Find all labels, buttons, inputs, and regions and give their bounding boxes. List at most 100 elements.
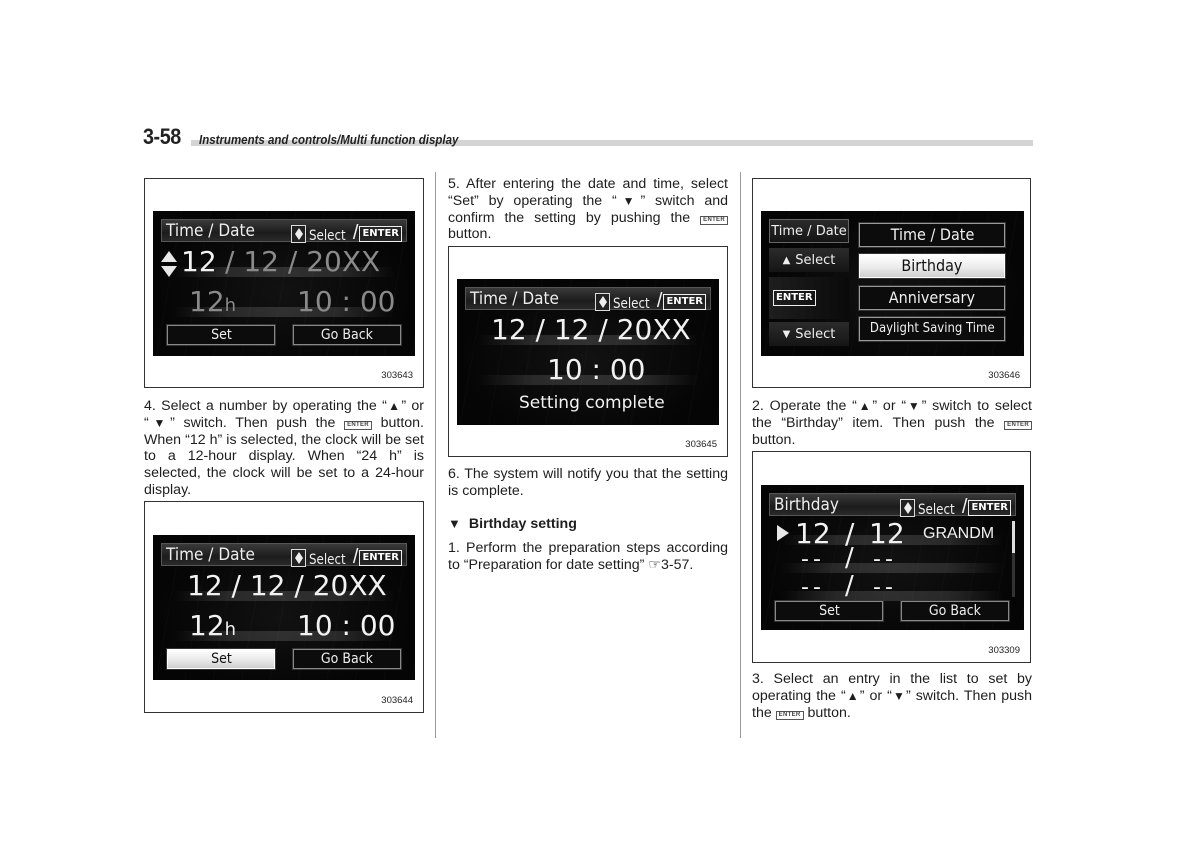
date-rest-field[interactable]: / 12 / 20XX xyxy=(225,245,380,278)
entry-month: 12 xyxy=(795,517,831,550)
date-month-field[interactable]: 12 xyxy=(181,245,217,278)
side-select-up[interactable]: ▲ Select xyxy=(769,248,849,272)
screen-title: Time / Date xyxy=(166,545,255,565)
date-display: 12 / 12 / 20XX xyxy=(491,313,691,346)
screen-header: Time / Date Select / ENTER xyxy=(161,219,407,244)
screen-title: Time / Date xyxy=(166,221,255,241)
text-segment: ” or “ xyxy=(872,398,907,414)
entry-day: -- xyxy=(873,547,897,572)
text-segment: ” or “ xyxy=(859,687,892,704)
selected-entry-pointer-icon xyxy=(777,525,789,541)
screen-header: Birthday Select / ENTER xyxy=(769,493,1016,519)
entry-slash: / xyxy=(845,571,854,601)
select-enter-hint: Select / ENTER xyxy=(290,546,402,569)
page-header: 3-58 Instruments and controls/Multi func… xyxy=(143,124,1033,152)
time-display: 10 : 00 xyxy=(547,353,646,386)
menu-item-daylight-saving-time[interactable]: Daylight Saving Time xyxy=(858,316,1006,342)
menu-item-time-date[interactable]: Time / Date xyxy=(858,222,1006,248)
clock-mode-field[interactable]: 12h xyxy=(189,609,236,642)
step-6-text: 6. The system will notify you that the s… xyxy=(448,466,728,499)
hint-slash: / xyxy=(961,496,968,518)
side-title: Time / Date xyxy=(769,219,849,243)
screen-title: Birthday xyxy=(774,495,839,515)
set-button[interactable]: Set xyxy=(774,600,884,622)
menu-item-birthday[interactable]: Birthday xyxy=(858,253,1006,279)
go-back-button-label: Go Back xyxy=(320,327,374,343)
select-hint-label: Select xyxy=(308,227,346,244)
up-down-icon xyxy=(290,224,306,243)
enter-icon: ENTER xyxy=(968,499,1011,516)
screen-header: Time / Date Select / ENTER xyxy=(465,287,711,312)
menu-item-anniversary[interactable]: Anniversary xyxy=(858,285,1006,311)
menu-item-label: Time / Date xyxy=(890,225,974,244)
section-title: Instruments and controls/Multi function … xyxy=(199,133,459,147)
go-back-button-label: Go Back xyxy=(320,651,374,667)
up-down-icon xyxy=(594,292,610,311)
side-select-up-label: Select xyxy=(795,252,836,268)
down-triangle-icon: ▼ xyxy=(148,415,171,430)
down-triangle-icon: ▼ xyxy=(906,399,922,413)
step-3-text: 3. Select an entry in the list to set by… xyxy=(752,671,1032,721)
entry-month: -- xyxy=(801,575,825,600)
enter-icon: ENTER xyxy=(359,549,402,566)
side-select-down-label: Select xyxy=(795,326,836,342)
go-back-button[interactable]: Go Back xyxy=(292,324,402,346)
screen-header: Time / Date Select / ENTER xyxy=(161,543,407,569)
figure-303644: Time / Date Select / ENTER 12 / 12 / 20X… xyxy=(144,501,424,713)
display-screen: Time / Date Select / ENTER 12 / 12 / 20X… xyxy=(457,279,719,425)
clock-mode-unit: h xyxy=(224,619,237,640)
set-button[interactable]: Set xyxy=(166,324,276,346)
hint-slash: / xyxy=(656,290,663,312)
birthday-setting-heading: ▼ Birthday setting xyxy=(448,516,577,532)
set-button[interactable]: Set xyxy=(166,648,276,670)
go-back-button[interactable]: Go Back xyxy=(900,600,1010,622)
hint-slash: / xyxy=(352,222,359,244)
figure-id: 303646 xyxy=(988,370,1020,381)
select-hint-label: Select xyxy=(917,501,955,518)
up-triangle-icon: ▲ xyxy=(845,688,860,703)
select-hint-label: Select xyxy=(308,551,346,568)
up-down-icon xyxy=(899,498,915,517)
entry-slash: / xyxy=(845,543,854,573)
step-5-text: 5. After entering the date and time, sel… xyxy=(448,176,728,243)
select-enter-hint: Select / ENTER xyxy=(899,496,1011,519)
clock-mode-field[interactable]: 12h xyxy=(189,285,236,318)
time-field[interactable]: 10 : 00 xyxy=(297,285,396,318)
enter-button-icon: ENTER xyxy=(1004,420,1032,430)
screen-title: Time / Date xyxy=(470,289,559,309)
figure-303643: Time / Date Select / ENTER 12 / 12 / 20X… xyxy=(144,178,424,388)
text-segment: button. xyxy=(803,704,851,721)
up-down-cursor-icon xyxy=(161,251,177,277)
column-divider-right xyxy=(740,172,741,738)
display-screen: Time / Date ▲ Select ENTER ▼ Select Time /… xyxy=(761,211,1024,356)
clock-mode-value: 12 xyxy=(189,609,225,642)
status-message: Setting complete xyxy=(519,393,665,413)
up-triangle-icon: ▲ xyxy=(386,399,402,413)
figure-id: 303644 xyxy=(381,695,413,706)
go-back-button[interactable]: Go Back xyxy=(292,648,402,670)
display-screen: Time / Date Select / ENTER 12 / 12 / 20X… xyxy=(153,535,415,680)
display-screen: Birthday Select / ENTER 12 / 12 GRANDM -… xyxy=(761,485,1024,630)
up-down-icon xyxy=(290,548,306,567)
side-select-down[interactable]: ▼ Select xyxy=(769,322,849,346)
date-field[interactable]: 12 / 12 / 20XX xyxy=(187,569,387,602)
down-triangle-icon: ▼ xyxy=(782,328,791,340)
set-button-label: Set xyxy=(210,327,232,343)
text-segment: 2. Operate the “ xyxy=(752,398,857,414)
enter-icon: ENTER xyxy=(359,225,402,242)
text-segment: button. xyxy=(752,431,796,448)
side-enter[interactable]: ENTER xyxy=(769,277,849,319)
enter-button-icon: ENTER xyxy=(775,710,804,720)
up-triangle-icon: ▲ xyxy=(782,254,791,266)
scrollbar-thumb[interactable] xyxy=(1012,521,1015,553)
clock-mode-unit: h xyxy=(224,295,237,316)
time-field[interactable]: 10 : 00 xyxy=(297,609,396,642)
entry-day: -- xyxy=(873,575,897,600)
step-1-text: 1. Perform the preparation steps accordi… xyxy=(448,540,728,573)
figure-303645: Time / Date Select / ENTER 12 / 12 / 20X… xyxy=(448,246,728,457)
menu-item-label: Birthday xyxy=(901,256,963,275)
enter-button-icon: ENTER xyxy=(700,215,728,225)
set-button-label: Set xyxy=(210,651,232,667)
up-triangle-icon: ▲ xyxy=(856,399,873,413)
list-scrollbar[interactable] xyxy=(1012,521,1015,597)
